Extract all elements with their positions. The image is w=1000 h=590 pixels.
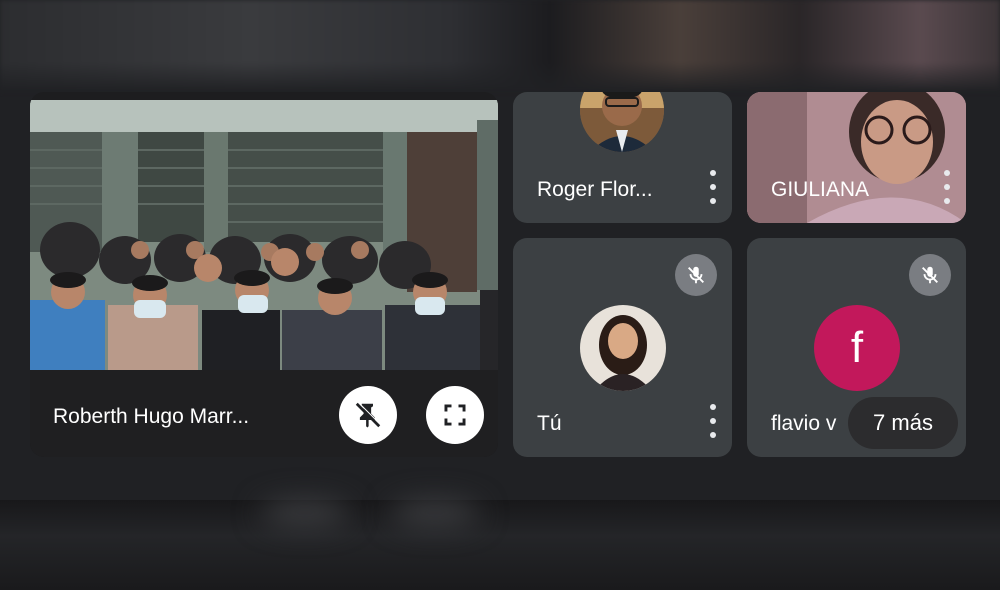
blurred-bottom-area [0,500,1000,590]
participant-video [747,92,966,223]
participant-tile-self[interactable]: Tú [513,238,732,457]
participant-tile-roger[interactable]: Roger Flor... [513,92,732,223]
more-vert-icon[interactable] [703,404,723,438]
more-vert-icon[interactable] [937,170,957,204]
mic-off-indicator [909,254,951,296]
avatar [580,92,664,152]
pinned-participant-tile[interactable]: Roberth Hugo Marr... [30,92,498,457]
avatar [580,305,666,391]
unpin-button[interactable] [339,386,397,444]
more-vert-icon[interactable] [703,170,723,204]
mic-off-icon [922,266,938,284]
pin-off-icon [355,401,382,428]
participant-name: Roger Flor... [537,178,653,201]
participant-tile-giuliana[interactable]: GIULIANA [747,92,966,223]
fullscreen-icon [444,404,466,426]
mic-off-icon [688,266,704,284]
tile-footer: Roberth Hugo Marr... [30,370,498,457]
mic-off-indicator [675,254,717,296]
participant-name: flavio v [771,412,837,435]
participant-name: Roberth Hugo Marr... [53,405,250,428]
participant-video [30,100,498,370]
more-participants-button[interactable]: 7 más [848,397,958,449]
blurred-top-area [0,0,1000,92]
participant-name: Tú [537,412,562,435]
participant-name: GIULIANA [771,178,870,201]
avatar-letter: f [814,305,900,391]
fullscreen-button[interactable] [426,386,484,444]
